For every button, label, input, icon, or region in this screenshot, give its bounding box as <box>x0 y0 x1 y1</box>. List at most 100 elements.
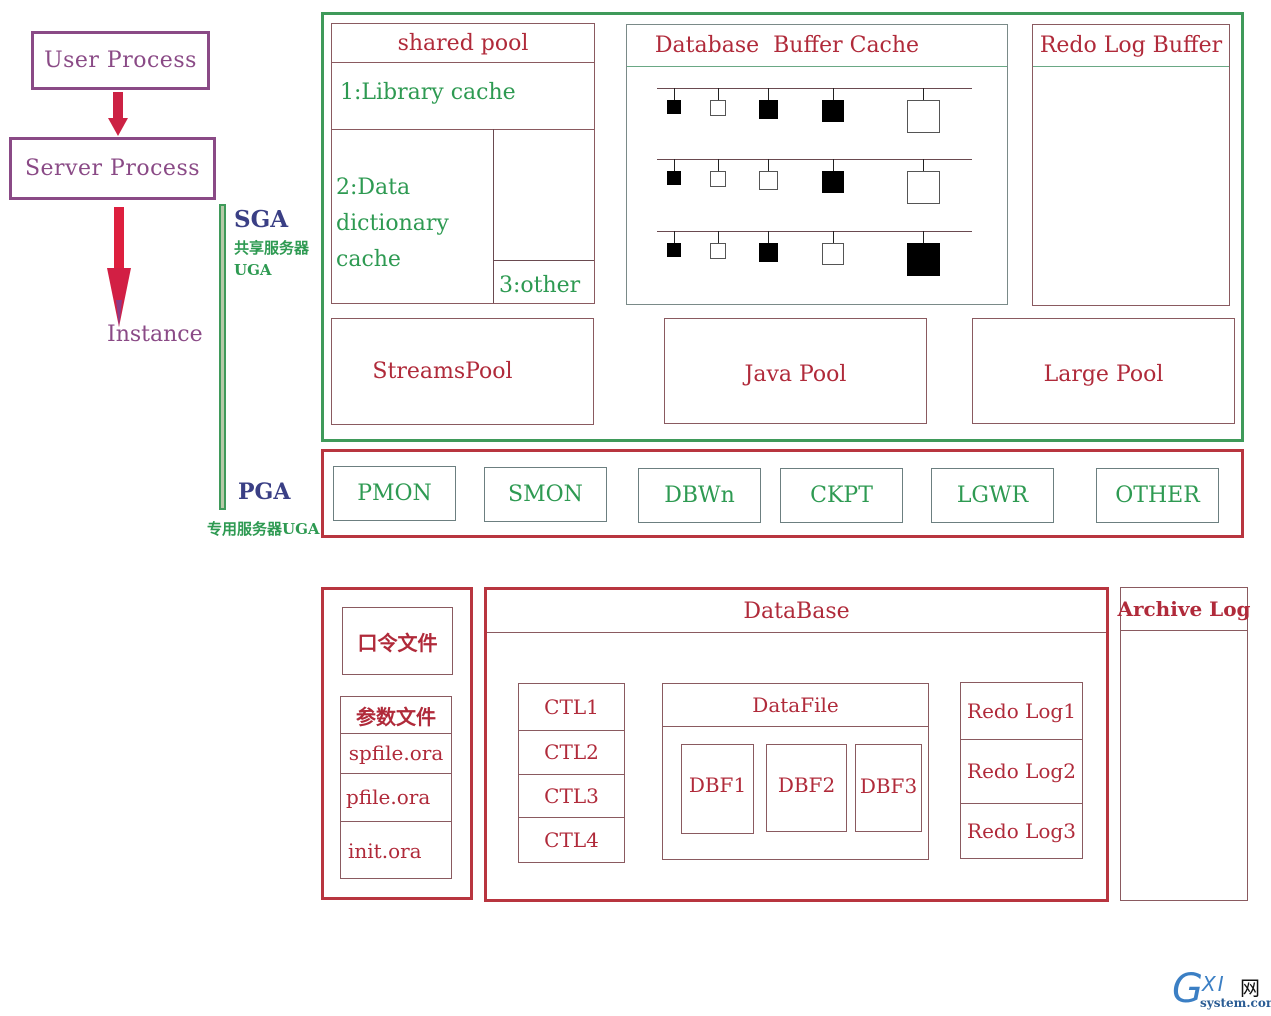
process-dbwn-label: DBWn <box>664 483 735 508</box>
pga-dedicated-server-note: 专用服务器UGA <box>207 520 320 538</box>
free-buffer-block <box>906 171 940 204</box>
other-divider <box>493 260 594 261</box>
control-files: CTL1 CTL2 CTL3 CTL4 <box>518 683 625 863</box>
user-process-box: User Process <box>31 31 210 90</box>
user-process-label: User Process <box>44 48 197 73</box>
buffer-link <box>718 231 719 243</box>
server-process-box: Server Process <box>9 137 216 200</box>
buffer-link <box>674 231 675 243</box>
dirty-buffer-block <box>667 243 681 257</box>
password-file-label: 口令文件 <box>357 630 438 655</box>
dirty-buffer-block <box>667 100 681 114</box>
process-other: OTHER <box>1096 468 1219 523</box>
process-ckpt: CKPT <box>780 468 903 523</box>
archive-log-title: Archive Log <box>1117 597 1251 621</box>
buffer-link <box>833 231 834 243</box>
free-buffer-block <box>710 243 726 259</box>
dirty-buffer-block <box>822 171 844 193</box>
buffer-link <box>768 159 769 171</box>
buffer-link <box>718 88 719 100</box>
data-dictionary-line-2: dictionary <box>336 211 449 236</box>
control-file-ctl1: CTL1 <box>544 695 599 719</box>
password-file: 口令文件 <box>342 607 453 675</box>
control-file-ctl3: CTL3 <box>544 783 599 808</box>
server-process-label: Server Process <box>24 156 201 181</box>
redo-log-1: Redo Log1 <box>967 699 1076 723</box>
datafile-title: DataFile <box>752 693 839 717</box>
java-pool: Java Pool <box>664 318 927 424</box>
buffer-lru-chain <box>657 88 972 89</box>
process-lgwr: LGWR <box>931 468 1054 523</box>
free-buffer-block <box>906 100 940 133</box>
arrow-down-icon <box>108 92 128 136</box>
free-buffer-block <box>758 171 778 190</box>
redo-log-buffer-title: Redo Log Buffer <box>1039 33 1223 58</box>
database-buffer-cache: Database Buffer Cache <box>626 24 1008 305</box>
process-lgwr-label: LGWR <box>956 483 1029 508</box>
control-file-ctl4: CTL4 <box>544 828 599 852</box>
buffer-cache-title: Database Buffer Cache <box>654 33 920 58</box>
free-buffer-block <box>822 243 844 265</box>
process-smon: SMON <box>484 467 607 522</box>
data-dictionary-line-1: 2:Data <box>336 175 411 200</box>
library-cache-label: 1:Library cache <box>340 80 516 105</box>
pga-label: PGA <box>238 479 291 505</box>
datafile-dbf2-label: DBF2 <box>777 773 836 797</box>
buffer-lru-chain <box>657 231 972 232</box>
sga-label: SGA <box>234 206 289 233</box>
buffer-lru-chain <box>657 159 972 160</box>
dirty-buffer-block <box>822 100 844 122</box>
dirty-buffer-block <box>906 243 940 276</box>
buffer-link <box>833 159 834 171</box>
buffer-link <box>923 159 924 171</box>
data-dictionary-line-3: cache <box>336 247 401 272</box>
large-pool-label: Large Pool <box>1043 361 1164 387</box>
buffer-link <box>923 231 924 243</box>
arrow-down-long-icon <box>107 207 131 327</box>
archive-log: Archive Log <box>1117 587 1251 901</box>
instance-label: Instance <box>107 322 203 347</box>
shared-pool-title: shared pool <box>397 30 529 56</box>
buffer-link <box>768 231 769 243</box>
free-buffer-block <box>710 171 726 187</box>
process-ckpt-label: CKPT <box>810 483 873 508</box>
parameter-files-title: 参数文件 <box>356 704 436 729</box>
control-file-ctl2: CTL2 <box>544 740 599 764</box>
datafile-dbf3: DBF3 <box>855 744 922 832</box>
buffer-link <box>768 88 769 100</box>
database-title: DataBase <box>743 598 850 624</box>
site-watermark: G XI 网 system.com <box>1172 966 1271 1014</box>
redo-log-buffer: Redo Log Buffer <box>1032 24 1230 306</box>
param-file-pfile: pfile.ora <box>346 785 431 809</box>
large-pool: Large Pool <box>972 318 1235 424</box>
datafile-dbf2: DBF2 <box>766 744 847 832</box>
streams-pool-label: StreamsPool <box>372 359 513 384</box>
process-dbwn: DBWn <box>638 468 761 523</box>
watermark-logo-xi: XI <box>1202 972 1226 996</box>
shared-pool: shared pool 1:Library cache 2:Data dicti… <box>331 23 595 304</box>
buffer-link <box>923 88 924 100</box>
param-file-init: init.ora <box>348 838 422 863</box>
buffer-link <box>674 88 675 100</box>
process-pmon: PMON <box>333 466 456 521</box>
redo-log-3: Redo Log3 <box>967 819 1076 843</box>
instance-memory-bar <box>219 204 226 510</box>
redo-log-files: Redo Log1 Redo Log2 Redo Log3 <box>960 682 1083 859</box>
sga-shared-server-note: 共享服务器 <box>234 239 310 257</box>
watermark-logo-g: G <box>1172 966 1203 1012</box>
data-dictionary-cache-label: 2:Data dictionary cache <box>336 170 449 278</box>
parameter-files: 参数文件 spfile.ora pfile.ora init.ora <box>340 696 452 879</box>
shared-pool-divider <box>493 129 494 303</box>
datafile-dbf1-label: DBF1 <box>688 773 747 797</box>
param-file-spfile: spfile.ora <box>348 741 444 765</box>
datafile-dbf1: DBF1 <box>681 744 754 834</box>
dirty-buffer-block <box>667 171 681 185</box>
datafile-dbf3-label: DBF3 <box>859 774 918 798</box>
java-pool-label: Java Pool <box>744 361 847 387</box>
dirty-buffer-block <box>758 100 778 119</box>
buffer-link <box>833 88 834 100</box>
streams-pool: StreamsPool <box>331 318 594 425</box>
process-pmon-label: PMON <box>357 481 432 506</box>
buffer-link <box>718 159 719 171</box>
process-smon-label: SMON <box>508 482 583 507</box>
